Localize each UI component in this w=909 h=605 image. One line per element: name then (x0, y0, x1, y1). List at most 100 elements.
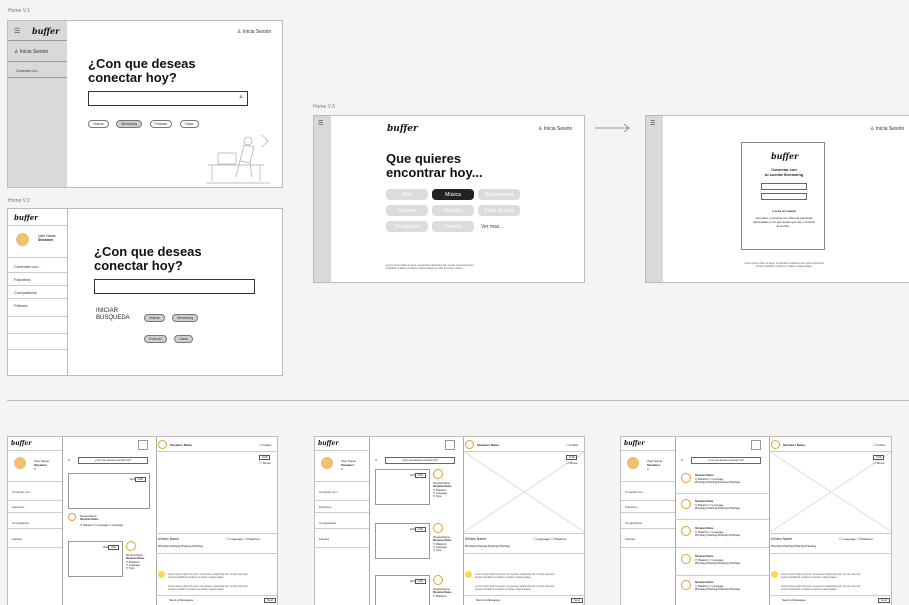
menu-icon[interactable]: ☰ (318, 120, 323, 127)
list-item[interactable]: Streamer Name ☐ Plataform ☐ Language #Ha… (695, 527, 740, 538)
send-button[interactable]: Send (571, 598, 583, 603)
sidebar-login[interactable]: ♙ Inicia Sesión (14, 49, 48, 55)
search-icon[interactable]: ⌕ (239, 94, 243, 102)
streamer-avatar[interactable] (433, 469, 443, 479)
tile-deporte[interactable]: Deporte (386, 205, 428, 216)
streamer-avatar[interactable] (158, 440, 167, 449)
message-input[interactable]: Send a Messages (169, 598, 193, 602)
chip-clase[interactable]: Clase (174, 335, 194, 343)
chat-avatar-icon (465, 571, 472, 578)
streamer-avatar[interactable] (681, 554, 691, 564)
sidebar-item-fellows[interactable]: Fellows (625, 537, 635, 541)
share-button[interactable]: ☐ Share (566, 461, 578, 465)
chip-podcast[interactable]: Podcast (144, 335, 167, 343)
search-input[interactable]: ¿Con que deseas conectar hoy? (78, 457, 148, 464)
streamer-avatar[interactable] (433, 575, 443, 585)
avatar[interactable] (14, 457, 26, 469)
stream-card[interactable]: LIVE 1234 (375, 575, 430, 605)
see-more-link[interactable]: Ver mas... (481, 224, 504, 230)
stream-card[interactable]: LIVE 1234 (68, 541, 123, 577)
chip-videos[interactable]: Videos (88, 120, 109, 128)
streamer-avatar[interactable] (68, 513, 76, 521)
streamer-avatar[interactable] (465, 440, 474, 449)
chip-row: Videos Streaming Podcast Clase (144, 306, 206, 345)
list-item[interactable]: Streamer Name ☐ Plataform ☐ Language #Ha… (695, 474, 740, 485)
login-link[interactable]: ♙ Inicia Sesión (237, 29, 271, 35)
search-icon[interactable]: ⌕ (68, 457, 70, 462)
tile-negocio[interactable]: Negocio (432, 205, 474, 216)
streamer-avatar[interactable] (126, 541, 136, 551)
avatar[interactable] (321, 457, 333, 469)
chip-streaming[interactable]: Streaming (116, 120, 143, 128)
sidebar-item-connect[interactable]: Conectar con... (319, 490, 339, 494)
sidebar-item-connect[interactable]: Conectar con... (16, 69, 40, 73)
sidebar-item-favoritos[interactable]: Favoritos (12, 505, 24, 509)
menu-icon[interactable]: ☰ (650, 120, 655, 127)
sidebar-item-fellows[interactable]: Fellows (8, 299, 67, 317)
message-input[interactable]: Send a Messages (782, 598, 806, 602)
frame-stream-1: buffer User Name Streamer 3 Conectar con… (7, 436, 278, 605)
live-badge: LIVE (414, 527, 426, 532)
tile-tecnologia[interactable]: Tecnología (386, 221, 428, 232)
send-button[interactable]: Send (264, 598, 276, 603)
streamer-avatar[interactable] (771, 440, 780, 449)
search-input[interactable] (94, 279, 255, 294)
chip-streaming[interactable]: Streaming (172, 314, 199, 322)
login-link[interactable]: ♙ Inicia Sesión (538, 126, 572, 132)
tile-arte[interactable]: Arte (386, 189, 428, 200)
streamer-avatar[interactable] (681, 526, 691, 536)
follow-button[interactable]: ☐ Follow (259, 443, 271, 447)
search-input[interactable]: ⌕ (88, 91, 248, 106)
sidebar-item-compartidos[interactable]: Compartidos (319, 521, 336, 525)
chip-clase[interactable]: Clase (179, 120, 199, 128)
search-input[interactable]: ¿Con que deseas conectar hoy? (691, 457, 761, 464)
sidebar-item-connect[interactable]: Conectar con... (625, 490, 645, 494)
share-button[interactable]: ☐ Share (873, 461, 885, 465)
stream-card[interactable]: LIVE 1234 (375, 469, 430, 505)
sidebar-item-compartidos[interactable]: Compartidos (625, 521, 642, 525)
follow-button[interactable]: ☐ Follow (566, 443, 578, 447)
list-item[interactable]: Streamer Name ☐ Plataform ☐ Language #Ha… (695, 581, 740, 592)
sidebar-item-connect[interactable]: Conectar con... (12, 490, 32, 494)
sidebar-item-connect[interactable]: Conectar con... (8, 260, 67, 273)
chip-podcast[interactable]: Podcast (149, 120, 173, 128)
sidebar-item-favoritos[interactable]: Favoritos (319, 505, 331, 509)
search-icon[interactable]: ⌕ (375, 457, 377, 462)
share-button[interactable]: ☐ Share (259, 461, 271, 465)
filters[interactable]: ☐ Language ☐ Plataform (226, 537, 260, 541)
tile-estilo[interactable]: Estilo de vida (478, 205, 520, 216)
search-icon[interactable]: ⌕ (681, 457, 683, 462)
tile-musica[interactable]: Música (432, 189, 474, 200)
sidebar-item-fellows[interactable]: Fellows (12, 537, 22, 541)
send-button[interactable]: Send (878, 598, 890, 603)
streamer-avatar[interactable] (433, 523, 443, 533)
stream-card[interactable]: LIVE 1234 (375, 523, 430, 559)
login-link[interactable]: ♙ Inicia Sesión (870, 126, 904, 132)
start-search-button[interactable]: INICIAR BUSQUEDA (96, 308, 130, 322)
streamer-avatar[interactable] (681, 473, 691, 483)
sidebar-item-compartidos[interactable]: Compartidos (12, 521, 29, 525)
username-field[interactable] (761, 183, 807, 190)
list-item[interactable]: Streamer Name ☐ Plataform ☐ Language #Ha… (695, 555, 740, 566)
sidebar-item-compartidos[interactable]: Compartidos (8, 286, 67, 299)
sidebar-item-favoritos[interactable]: Favoritos (625, 505, 637, 509)
stream-card[interactable]: LIVE 1234 (68, 473, 150, 509)
avatar[interactable] (16, 233, 29, 246)
tile-ciencia[interactable]: Ciencia (432, 221, 474, 232)
streamer-avatar[interactable] (681, 580, 691, 590)
sidebar-item-favoritos[interactable]: Favoritos (8, 273, 67, 286)
streamer-avatar[interactable] (681, 499, 691, 509)
filters[interactable]: ☐ Language ☐ Plataform (839, 537, 873, 541)
filters[interactable]: ☐ Language ☐ Plataform (533, 537, 567, 541)
message-input[interactable]: Send a Messages (476, 598, 500, 602)
tile-gastronomia[interactable]: Gastronomía (478, 189, 520, 200)
chip-videos[interactable]: Videos (144, 314, 165, 322)
password-field[interactable] (761, 193, 807, 200)
follow-button[interactable]: ☐ Follow (873, 443, 885, 447)
list-item[interactable]: Streamer Name ☐ Plataform ☐ Language #Ha… (695, 500, 740, 511)
search-input[interactable]: ¿Con que deseas conectar hoy? (385, 457, 455, 464)
sidebar-item-fellows[interactable]: Fellows (319, 537, 329, 541)
menu-icon[interactable]: ☰ (14, 27, 20, 35)
avatar[interactable] (627, 457, 639, 469)
create-account-link[interactable]: o crea un cuenta (742, 209, 826, 213)
